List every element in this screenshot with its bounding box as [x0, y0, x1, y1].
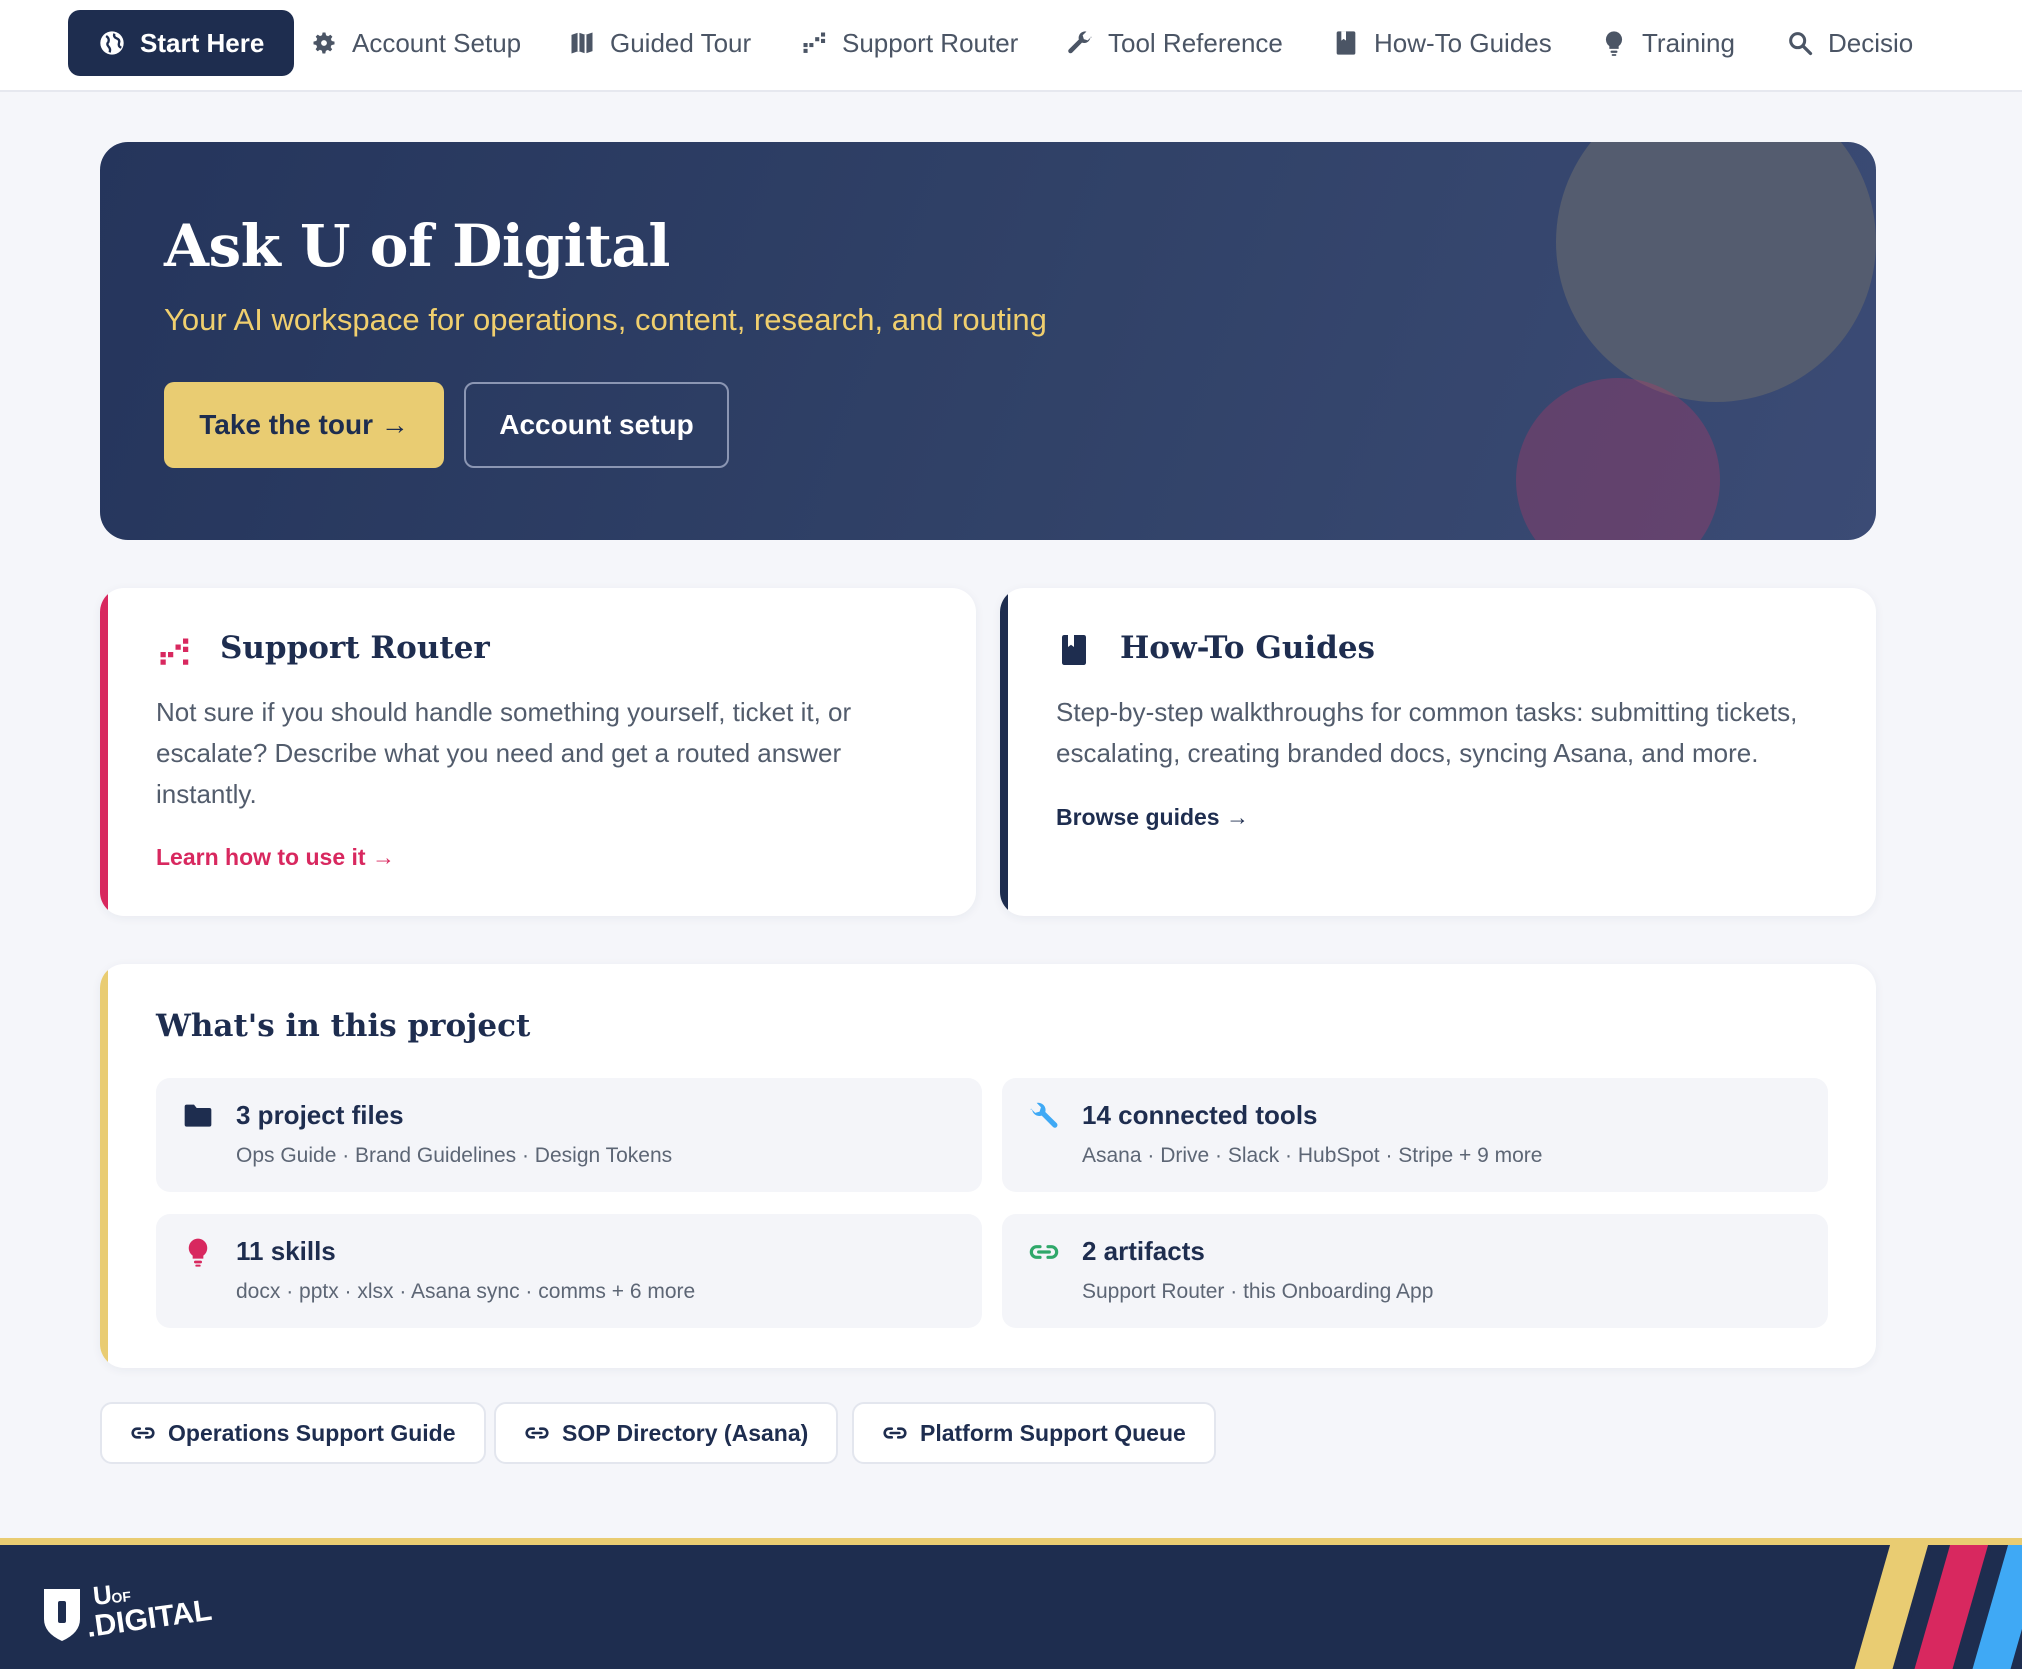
map-icon: [571, 32, 593, 54]
tile-subtitle: Support Router · this Onboarding App: [1082, 1280, 1434, 1303]
connected-tools-tile[interactable]: 14 connected tools Asana · Drive · Slack…: [1002, 1078, 1828, 1192]
card-title: Support Router: [220, 630, 490, 666]
card-title: How-To Guides: [1120, 630, 1376, 666]
how-to-guides-card: How-To Guides Step-by-step walkthroughs …: [1000, 588, 1876, 916]
lightbulb-icon: [188, 1238, 208, 1267]
globe-icon: [100, 31, 124, 55]
decorative-circle: [1516, 378, 1720, 540]
decorative-circle: [1556, 142, 1876, 402]
tile-title: 11 skills: [236, 1236, 336, 1266]
nav-label: Start Here: [140, 27, 265, 58]
support-router-card: Support Router Not sure if you should ha…: [100, 588, 976, 916]
nav-tab-decisions[interactable]: Decisio: [1756, 10, 1943, 76]
nav-tab-account-setup[interactable]: Account Setup: [280, 10, 551, 76]
card-accent: [1000, 588, 1008, 916]
footer: U OF .DIGITAL: [0, 1538, 2022, 1669]
tile-title: 3 project files: [236, 1100, 404, 1130]
nav-tab-start-here[interactable]: Start Here: [68, 10, 295, 76]
tile-title: 2 artifacts: [1082, 1236, 1205, 1266]
hero-subtitle: Your AI workspace for operations, conten…: [164, 302, 1047, 337]
route-icon: [160, 638, 189, 665]
svg-text:OF: OF: [111, 1588, 132, 1606]
link-icon: [131, 1427, 155, 1439]
nav-label: Training: [1642, 27, 1735, 58]
card-description: Not sure if you should handle something …: [156, 697, 852, 809]
tile-subtitle: docx · pptx · xlsx · Asana sync · comms …: [236, 1280, 696, 1303]
svg-text:U: U: [91, 1579, 113, 1611]
link-label: SOP Directory (Asana): [562, 1419, 809, 1446]
book-icon: [1062, 635, 1086, 665]
section-title: What's in this project: [156, 1008, 531, 1044]
gear-icon: [313, 32, 335, 54]
nav-tab-how-to-guides[interactable]: How-To Guides: [1302, 10, 1582, 76]
browse-guides-link[interactable]: Browse guides →: [1056, 804, 1249, 831]
artifacts-tile[interactable]: 2 artifacts Support Router · this Onboar…: [1002, 1214, 1828, 1328]
folder-icon: [184, 1104, 212, 1127]
take-tour-button[interactable]: Take the tour →: [164, 382, 444, 468]
u-of-digital-logo: U OF .DIGITAL: [44, 1579, 214, 1644]
nav-tab-guided-tour[interactable]: Guided Tour: [538, 10, 781, 76]
link-icon: [1029, 1245, 1059, 1259]
route-icon: [803, 32, 826, 53]
tile-subtitle: Asana · Drive · Slack · HubSpot · Stripe…: [1082, 1144, 1543, 1167]
hero-title: Ask U of Digital: [164, 212, 670, 280]
project-files-tile[interactable]: 3 project files Ops Guide · Brand Guidel…: [156, 1078, 982, 1192]
nav-label: How-To Guides: [1374, 27, 1552, 58]
nav-label: Decisio: [1828, 27, 1914, 58]
link-icon: [525, 1427, 549, 1439]
wrench-icon: [1030, 1102, 1058, 1128]
nav-label: Tool Reference: [1108, 27, 1283, 58]
sop-directory-link[interactable]: SOP Directory (Asana): [494, 1402, 839, 1464]
card-accent: [100, 964, 108, 1368]
lightbulb-icon: [1605, 31, 1623, 56]
card-description: Step-by-step walkthroughs for common tas…: [1056, 697, 1798, 768]
book-icon: [1336, 31, 1356, 55]
learn-how-link[interactable]: Learn how to use it →: [156, 844, 395, 871]
link-label: Operations Support Guide: [168, 1419, 456, 1446]
account-setup-button[interactable]: Account setup: [464, 382, 729, 468]
top-navigation: Start Here Account Setup Guided Tour Sup…: [0, 0, 2022, 92]
nav-tab-support-router[interactable]: Support Router: [770, 10, 1048, 76]
tile-subtitle: Ops Guide · Brand Guidelines · Design To…: [236, 1144, 673, 1167]
link-icon: [883, 1427, 907, 1439]
project-overview-card: What's in this project 3 project files O…: [100, 964, 1876, 1368]
skills-tile[interactable]: 11 skills docx · pptx · xlsx · Asana syn…: [156, 1214, 982, 1328]
nav-label: Support Router: [842, 27, 1019, 58]
nav-tab-training[interactable]: Training: [1570, 10, 1765, 76]
tile-title: 14 connected tools: [1082, 1100, 1318, 1130]
platform-support-queue-link[interactable]: Platform Support Queue: [852, 1402, 1216, 1464]
operations-support-guide-link[interactable]: Operations Support Guide: [100, 1402, 486, 1464]
nav-label: Account Setup: [352, 27, 522, 58]
nav-tab-tool-reference[interactable]: Tool Reference: [1036, 10, 1313, 76]
hero-banner: Ask U of Digital Your AI workspace for o…: [100, 142, 1876, 540]
search-icon: [1789, 32, 1813, 56]
link-label: Platform Support Queue: [920, 1419, 1186, 1446]
nav-label: Guided Tour: [610, 27, 752, 58]
card-accent: [100, 588, 108, 916]
wrench-icon: [1068, 31, 1092, 54]
